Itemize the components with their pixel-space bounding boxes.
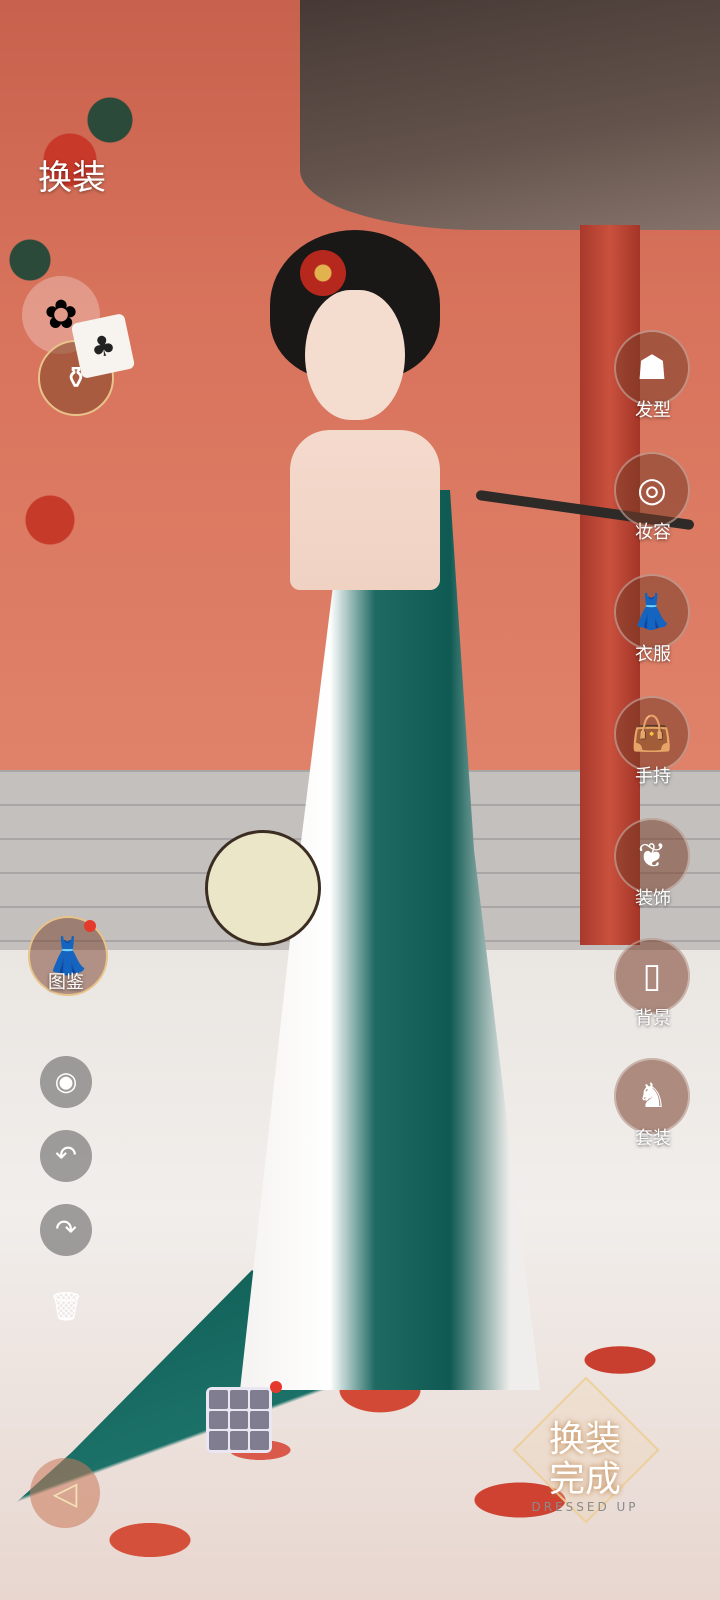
thumbnail-tile <box>229 1390 249 1409</box>
menu-outfit-set[interactable]: ♞ 套装 <box>612 1058 694 1154</box>
back-arrow-icon: ◁ <box>52 1474 78 1512</box>
thumbnail-tile <box>209 1390 228 1409</box>
menu-makeup-label: 妆容 <box>635 522 671 543</box>
outfit-set-icon: ♞ <box>614 1058 690 1134</box>
thumbnail-notification-dot <box>270 1381 282 1393</box>
dressed-up-done-button[interactable]: 换装 完成 DRESSED UP <box>490 1376 660 1524</box>
makeup-icon: ◎ <box>614 452 690 528</box>
catalog-label: 图鉴 <box>48 972 84 993</box>
thumbnail-tile <box>250 1410 269 1430</box>
trash-icon: 🗑 <box>48 1289 84 1323</box>
back-button[interactable]: ◁ <box>30 1458 100 1528</box>
menu-background[interactable]: ▯ 背景 <box>612 938 694 1034</box>
menu-outfit-set-label: 套装 <box>635 1128 671 1149</box>
dress-icon: 👗 <box>614 574 690 650</box>
menu-decoration[interactable]: ❦ 装饰 <box>612 818 694 914</box>
character-face <box>305 290 405 420</box>
character-torso <box>290 430 440 590</box>
preview-button[interactable]: ◉ <box>40 1056 92 1108</box>
redo-icon: ↷ <box>55 1215 77 1245</box>
pavilion-roof <box>300 0 720 230</box>
playing-card-icon[interactable]: ♣ <box>70 312 136 380</box>
menu-clothes[interactable]: 👗 衣服 <box>612 574 694 670</box>
done-label-line2: 完成 <box>548 1459 621 1500</box>
menu-handheld[interactable]: 👜 手持 <box>612 696 694 792</box>
menu-decoration-label: 装饰 <box>635 888 671 909</box>
undo-button[interactable]: ↶ <box>40 1130 92 1182</box>
handheld-bag-icon: 👜 <box>614 696 690 772</box>
delete-button[interactable]: 🗑 <box>40 1280 92 1332</box>
dressup-screen: 换装 ✿ ⚱ ♣ ☗ 发型 ◎ 妆容 👗 衣服 👜 手持 ❦ 装饰 ▯ 背景 ♞… <box>0 0 720 1600</box>
done-subtitle: DRESSED UP <box>531 1500 639 1514</box>
redo-button[interactable]: ↷ <box>40 1204 92 1256</box>
hairstyle-icon: ☗ <box>614 330 690 406</box>
eye-icon: ◉ <box>54 1067 78 1097</box>
thumbnail-tile <box>250 1431 269 1450</box>
menu-hairstyle-label: 发型 <box>635 400 671 421</box>
character-model[interactable] <box>0 210 695 1530</box>
page-title: 换装 <box>38 158 106 198</box>
menu-makeup[interactable]: ◎ 妆容 <box>612 452 694 548</box>
saved-outfits-thumbnail[interactable] <box>206 1387 272 1453</box>
thumbnail-tile <box>209 1431 228 1450</box>
hair-flower-ornament <box>300 250 346 296</box>
thumbnail-tile <box>209 1410 228 1430</box>
menu-handheld-label: 手持 <box>635 766 671 787</box>
round-bamboo-fan <box>205 830 321 946</box>
undo-icon: ↶ <box>55 1141 77 1171</box>
menu-clothes-label: 衣服 <box>635 644 671 665</box>
menu-background-label: 背景 <box>635 1008 671 1029</box>
thumbnail-tile <box>250 1390 269 1409</box>
wings-icon: ❦ <box>614 818 690 894</box>
catalog-notification-dot <box>84 920 96 932</box>
menu-hairstyle[interactable]: ☗ 发型 <box>612 330 694 426</box>
thumbnail-tile <box>229 1431 249 1450</box>
thumbnail-tile <box>229 1410 249 1430</box>
background-card-icon: ▯ <box>614 938 690 1014</box>
